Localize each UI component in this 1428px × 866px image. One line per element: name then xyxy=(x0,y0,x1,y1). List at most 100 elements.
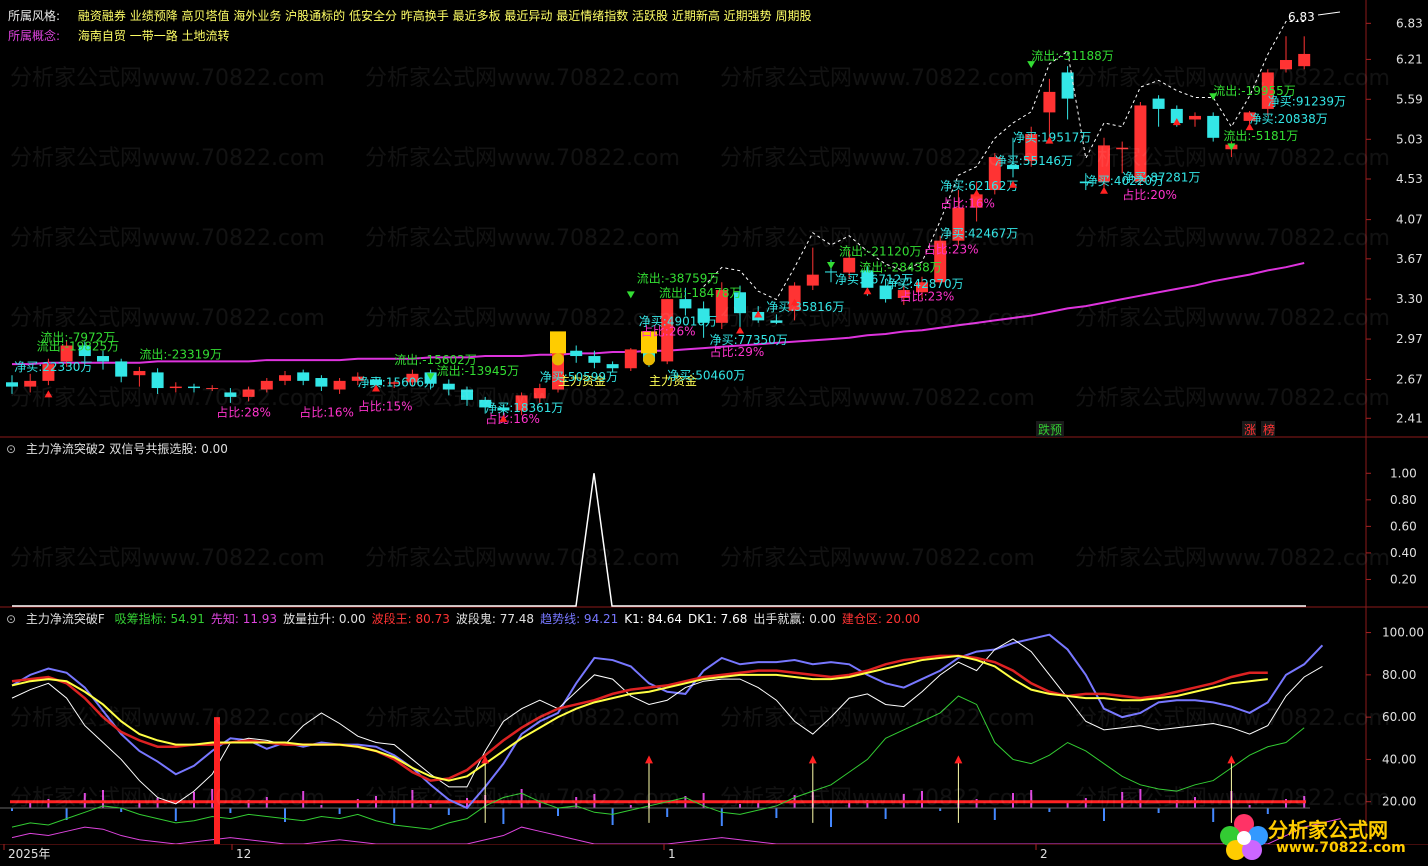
signal-label: 净买:50599万 xyxy=(540,370,618,384)
panel2-title-text: 主力净流突破2 双信号共振选股: 0.00 xyxy=(25,442,228,456)
money-bag-icon xyxy=(552,353,564,366)
indicator-value-label: 波段鬼: 77.48 xyxy=(455,612,535,626)
candle-up xyxy=(242,389,255,397)
candle-down xyxy=(188,386,200,389)
p3-tick-label: 100.00 xyxy=(1382,626,1424,640)
high-price-label: 6.83 xyxy=(1288,10,1315,24)
x-tick-label: 2025年 xyxy=(8,847,51,861)
p2-tick-label: 0.60 xyxy=(1390,519,1417,533)
candle-down xyxy=(1152,98,1165,109)
signal-panel: 1.00 0.80 0.60 0.40 0.20 ⊙ 主力净流突破2 双信号共振选股: … xyxy=(0,438,1428,608)
signal-label: 占比:16% xyxy=(485,411,540,426)
candle-up xyxy=(1116,147,1129,150)
p2-tick-label: 0.20 xyxy=(1390,572,1417,586)
x-axis: 2025年 12 1 2 xyxy=(0,844,1428,861)
logo-name: 分析家公式网 xyxy=(1268,818,1388,842)
candle-up xyxy=(806,274,819,286)
indicator-value-label: 吸筹指标: 54.91 xyxy=(114,612,205,626)
buy-arrow-icon xyxy=(863,287,872,295)
bottom-tag: 榜 xyxy=(1263,422,1275,437)
candle-up xyxy=(624,349,637,369)
panel2-title: ⊙ 主力净流突破2 双信号共振选股: 0.00 xyxy=(6,440,234,457)
signal-label: 流出:-21120万 xyxy=(839,245,922,259)
indicator-value-label: 出手就赢: 0.00 xyxy=(753,612,836,626)
candle-down xyxy=(679,299,692,309)
sell-arrow-icon xyxy=(1027,61,1036,69)
p2-tick-label: 0.40 xyxy=(1390,546,1417,560)
p3-tick-label: 40.00 xyxy=(1382,752,1416,766)
money-bag-icon xyxy=(643,353,655,366)
candle-down xyxy=(461,389,473,400)
indicator-value-label: 波段王: 80.73 xyxy=(371,612,450,626)
indicator-line xyxy=(11,633,1324,810)
candle-down xyxy=(6,382,18,387)
indicator-chart[interactable]: 100.00 80.00 60.00 40.00 20.00 xyxy=(0,608,1428,844)
price-tick-label: 4.07 xyxy=(1396,213,1423,227)
indicator-panel: 100.00 80.00 60.00 40.00 20.00 ⊙ 主力净流突破F 吸筹指… xyxy=(0,608,1428,844)
price-tick-label: 3.30 xyxy=(1396,292,1423,306)
signal-label: 占比:20% xyxy=(1122,187,1177,202)
candle-up xyxy=(206,388,219,390)
candle-up xyxy=(169,386,182,389)
candlestick-chart[interactable]: 6.83 6.21 5.59 5.03 4.53 4.07 3.67 3.30 2.97 2.67… xyxy=(0,0,1428,438)
candle-down xyxy=(1207,115,1220,138)
entry-bar xyxy=(214,717,220,844)
resonance-signal-line xyxy=(12,473,1306,607)
high-price-pointer xyxy=(1317,11,1341,16)
p3-tick-label: 80.00 xyxy=(1382,668,1416,682)
buy-signal-arrow-icon xyxy=(808,755,817,764)
signal-label: 流出:-5181万 xyxy=(1223,129,1298,143)
x-tick-label: 2 xyxy=(1040,847,1048,861)
candle-down xyxy=(770,320,783,323)
signal-label: 净买:42467万 xyxy=(940,227,1018,241)
signal-label: 净买:55146万 xyxy=(995,154,1073,168)
candle-up xyxy=(24,380,37,387)
bottom-tag: 跌预 xyxy=(1038,422,1062,437)
p3-tick-label: 20.00 xyxy=(1382,795,1416,809)
indicator-values: 吸筹指标: 54.91 先知: 11.93 放量拉升: 0.00 波段王: 80.73… xyxy=(115,612,927,626)
price-tick-label: 5.03 xyxy=(1396,132,1423,146)
indicator-value-label: 建仓区: 20.00 xyxy=(841,612,921,626)
signal-label: 流出:-19825万 xyxy=(37,340,120,354)
price-tick-label: 6.83 xyxy=(1396,16,1423,30)
indicator-line xyxy=(11,638,1323,805)
indicator-value-label: DK1: 7.68 xyxy=(688,612,748,626)
signal-label: 占比:16% xyxy=(940,196,995,211)
candle-up xyxy=(843,257,856,273)
p2-tick-label: 1.00 xyxy=(1390,466,1417,480)
panel3-collapse-icon[interactable]: ⊙ xyxy=(6,612,16,626)
candle-up xyxy=(1298,53,1311,67)
signal-label: 净买:50460万 xyxy=(667,368,745,382)
x-tick-label: 12 xyxy=(236,847,251,861)
price-tick-label: 2.97 xyxy=(1396,332,1423,346)
buy-signal-arrow-icon xyxy=(954,755,963,764)
indicator-value-label: 先知: 11.93 xyxy=(210,612,278,626)
candle-down xyxy=(588,356,601,363)
signal-chart[interactable]: 1.00 0.80 0.60 0.40 0.20 xyxy=(0,438,1428,608)
candle-up xyxy=(1189,115,1201,120)
indicator-value-label: 放量拉升: 0.00 xyxy=(283,612,366,626)
candle-up xyxy=(1043,91,1056,113)
indicator-line xyxy=(11,695,1305,830)
price-tick-label: 2.41 xyxy=(1396,411,1423,425)
candle-down xyxy=(570,350,583,357)
signal-label: 流出:-18478万 xyxy=(659,286,742,300)
panel2-collapse-icon[interactable]: ⊙ xyxy=(6,442,16,456)
signal-label: 占比:16% xyxy=(299,405,354,420)
candle-up xyxy=(260,380,273,390)
signal-label: 流出:-13945万 xyxy=(437,364,520,378)
x-tick-label: 1 xyxy=(668,847,676,861)
candle-up xyxy=(533,388,546,399)
candle-down xyxy=(315,378,328,387)
candle-down xyxy=(297,372,310,381)
signal-label: 流出:-28438万 xyxy=(859,260,942,274)
signal-label: 净买:62162万 xyxy=(940,179,1018,193)
candle-up xyxy=(133,371,146,376)
logo-url: www.70822.com xyxy=(1276,840,1406,856)
candle-down xyxy=(97,356,109,362)
buy-arrow-icon xyxy=(736,326,744,334)
price-tick-label: 2.67 xyxy=(1396,372,1423,386)
buy-arrow-icon xyxy=(44,390,53,398)
indicator-line xyxy=(11,818,1341,844)
buy-signal-arrow-icon xyxy=(645,755,653,764)
